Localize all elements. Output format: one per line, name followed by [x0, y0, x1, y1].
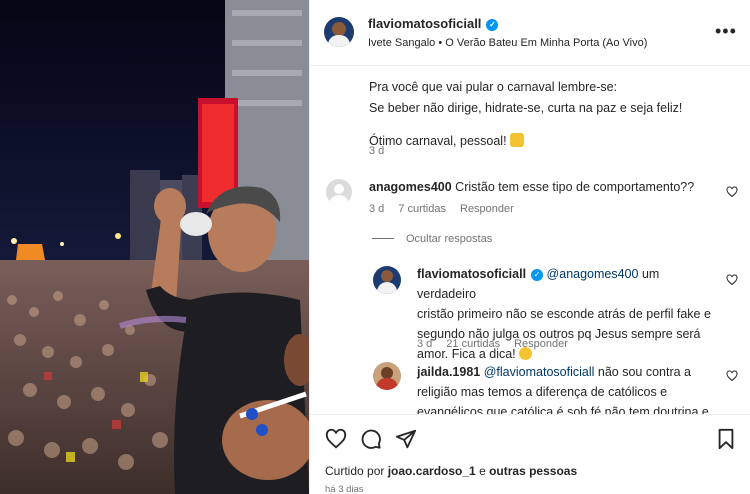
caption-timestamp[interactable]: 3 d	[369, 145, 384, 157]
concert-photo	[0, 0, 309, 494]
reply-username[interactable]: jailda.1981	[417, 365, 480, 379]
reply-likes[interactable]: 21 curtidas	[446, 338, 500, 350]
reply-button[interactable]: Responder	[460, 203, 514, 215]
author-username[interactable]: flaviomatosoficiall ✓	[368, 16, 499, 31]
audio-track[interactable]: Ivete Sangalo • O Verão Bateu Em Minha P…	[368, 37, 647, 49]
like-heart-icon[interactable]	[325, 428, 347, 450]
reply-time[interactable]: 3 d	[417, 338, 432, 350]
caption-line: Se beber não dirige, hidrate-se, curta n…	[369, 101, 683, 115]
reply-avatar[interactable]	[373, 266, 401, 294]
verified-badge-icon: ✓	[531, 269, 544, 281]
post-header: flaviomatosoficiall ✓ Ivete Sangalo • O V…	[310, 0, 750, 66]
liked-by-others[interactable]: outras pessoas	[489, 464, 577, 478]
comment-bubble-icon[interactable]	[360, 428, 382, 450]
caption-line: Ótimo carnaval, pessoal!	[369, 131, 729, 152]
comment-username[interactable]: anagomes400	[369, 180, 452, 194]
hide-replies-toggle[interactable]: Ocultar respostas	[372, 233, 492, 245]
reply-avatar[interactable]	[373, 362, 401, 390]
clapping-hands-emoji-icon	[509, 133, 524, 147]
post-media[interactable]	[0, 0, 309, 494]
reply-meta: 3 d 21 curtidas Responder	[417, 338, 582, 350]
comment-meta: 3 d 7 curtidas Responder	[369, 203, 528, 215]
like-reply-heart-icon[interactable]	[726, 370, 738, 382]
verified-badge-icon: ✓	[486, 19, 499, 31]
mention-link[interactable]: @flaviomatosoficiall	[484, 365, 595, 379]
post-caption: Pra você que vai pular o carnaval lembre…	[369, 77, 729, 152]
reply-username[interactable]: flaviomatosoficiall	[417, 267, 526, 281]
like-comment-heart-icon[interactable]	[726, 186, 738, 198]
comment-text: anagomes400 Cristão tem esse tipo de com…	[369, 180, 695, 194]
divider-line	[372, 238, 394, 239]
post-panel: flaviomatosoficiall ✓ Ivete Sangalo • O V…	[309, 0, 750, 494]
mention-link[interactable]: @anagomes400	[547, 267, 639, 281]
save-bookmark-icon[interactable]	[715, 428, 737, 450]
share-send-icon[interactable]	[395, 428, 417, 450]
comment-time[interactable]: 3 d	[369, 203, 384, 215]
liked-by-user[interactable]: joao.cardoso_1	[388, 464, 476, 478]
post-actions-bar: Curtido por joao.cardoso_1 e outras pess…	[310, 414, 750, 494]
more-options-icon[interactable]: •••	[715, 22, 737, 40]
caption-line: Pra você que vai pular o carnaval lembre…	[369, 80, 618, 94]
commenter-avatar[interactable]	[326, 179, 352, 205]
liked-by-summary: Curtido por joao.cardoso_1 e outras pess…	[325, 464, 578, 478]
like-reply-heart-icon[interactable]	[726, 274, 738, 286]
reply-button[interactable]: Responder	[514, 338, 568, 350]
reply-text: jailda.1981 @flaviomatosoficiall não sou…	[417, 365, 709, 419]
comment-likes[interactable]: 7 curtidas	[398, 203, 446, 215]
author-avatar[interactable]	[324, 17, 354, 47]
post-age[interactable]: há 3 dias	[325, 484, 364, 494]
